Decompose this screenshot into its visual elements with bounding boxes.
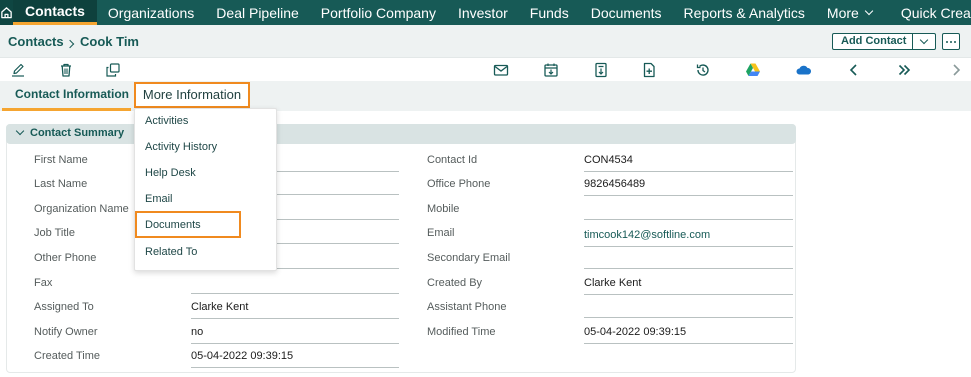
tab-contact-information[interactable]: Contact Information [2,81,131,111]
nav-more-label: More [826,4,859,21]
field-label: Notify Owner [34,326,98,338]
field-office-phone[interactable]: 9826456489 [584,177,793,196]
field-mobile[interactable] [584,201,793,220]
field-label: Created By [427,277,483,289]
add-contact-button-group: Add Contact [832,33,936,50]
field-label: Assigned To [34,301,94,313]
add-contact-button[interactable]: Add Contact [833,34,913,49]
field-label: Last Name [34,178,88,190]
contact-summary-header[interactable] [6,124,796,144]
menu-item-related-to[interactable]: Related To [145,246,197,258]
tab-more-information[interactable]: More Information [134,82,250,108]
field-label: Organization Name [34,203,129,215]
nav-reports-analytics[interactable]: Reports & Analytics [673,0,816,25]
breadcrumb-bar [0,25,971,58]
field-label: Secondary Email [427,252,511,264]
field-label: Created Time [34,350,101,362]
field-contact-id: CON4534 [584,153,793,172]
field-created-time: 05-04-2022 09:39:15 [191,349,399,368]
field-label: Office Phone [427,178,491,190]
home-icon [1,7,12,19]
chevron-down-icon [864,6,874,15]
dot-icon [954,40,956,43]
google-drive-icon[interactable] [744,61,762,79]
field-label: Other Phone [34,252,97,264]
field-label: First Name [34,154,88,166]
duplicate-icon[interactable] [104,61,122,79]
field-assistant-phone[interactable] [584,299,793,318]
menu-item-email[interactable]: Email [145,193,173,205]
field-email[interactable]: timcook142@softline.com [584,228,793,247]
nav-portfolio-company[interactable]: Portfolio Company [310,0,447,25]
history-icon[interactable] [694,61,712,79]
chevron-down-icon [919,35,929,45]
record-toolbar [0,58,971,81]
double-chevron-right-icon[interactable] [895,61,913,79]
nav-quick-create-label: Quick Create [900,4,971,21]
onedrive-icon[interactable] [795,61,813,79]
field-label: Job Title [34,227,75,239]
nav-documents[interactable]: Documents [580,0,673,25]
menu-item-documents[interactable]: Documents [145,219,201,231]
calendar-icon[interactable] [542,61,560,79]
edit-icon[interactable] [9,61,27,79]
breadcrumb-record: Cook Tim [80,34,139,49]
trash-icon[interactable] [57,61,75,79]
field-label: Email [427,227,455,239]
field-label: Fax [34,277,53,289]
nav-contacts[interactable]: Contacts [13,0,97,25]
field-modified-time: 05-04-2022 09:39:15 [584,325,793,344]
field-label: Mobile [427,203,460,215]
menu-item-activities[interactable]: Activities [145,115,188,127]
nav-funds[interactable]: Funds [519,0,580,25]
nav-investor[interactable]: Investor [447,0,519,25]
nav-organizations[interactable]: Organizations [97,0,205,25]
mail-icon[interactable] [492,61,510,79]
home-button[interactable] [0,0,13,25]
contact-summary-title: Contact Summary [30,127,125,139]
breadcrumb-contacts[interactable]: Contacts [8,34,64,49]
chevron-right-icon[interactable] [947,61,965,79]
chevron-left-icon[interactable] [845,61,863,79]
field-fax[interactable] [191,275,399,294]
field-secondary-email[interactable] [584,250,793,269]
field-assigned-to[interactable]: Clarke Kent [191,300,399,319]
field-notify-owner[interactable]: no [191,325,399,344]
add-document-icon[interactable] [640,61,658,79]
field-label: Assistant Phone [427,301,507,313]
nav-deal-pipeline[interactable]: Deal Pipeline [205,0,310,25]
field-label: Modified Time [427,326,496,338]
archive-icon[interactable] [592,61,610,79]
menu-item-activity-history[interactable]: Activity History [145,141,217,153]
more-actions-button[interactable] [942,33,960,50]
top-navigation: Contacts Organizations Deal Pipeline Por… [0,0,971,25]
dot-icon [950,40,952,43]
field-created-by: Clarke Kent [584,276,793,295]
nav-more[interactable]: More [816,0,883,25]
nav-quick-create[interactable]: Quick Create [883,0,971,25]
menu-item-help-desk[interactable]: Help Desk [145,167,196,179]
dot-icon [946,40,948,43]
field-label: Contact Id [427,154,478,166]
add-contact-dropdown[interactable] [913,34,935,49]
